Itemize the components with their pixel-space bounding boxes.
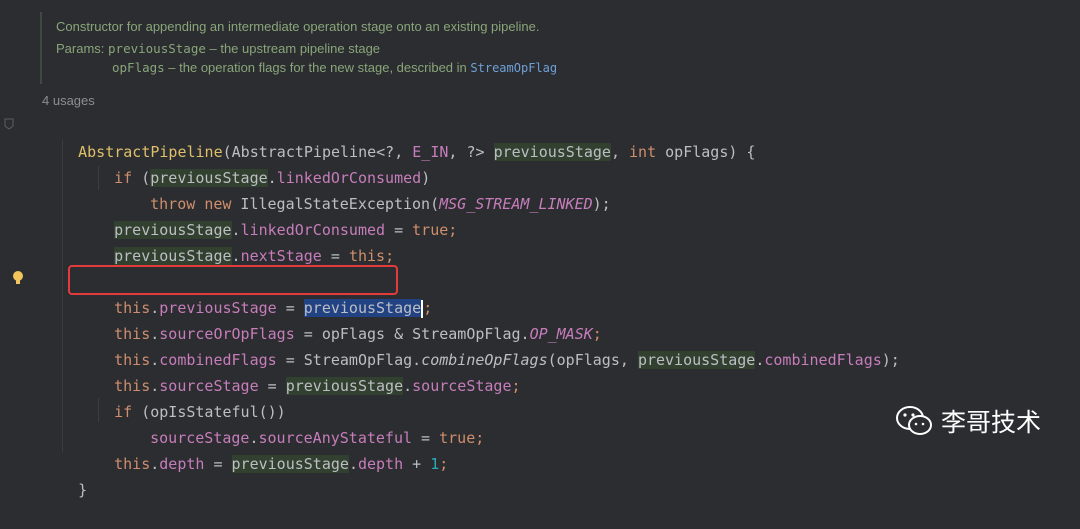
field-ref: nextStage <box>240 247 322 265</box>
field-ref: depth <box>357 455 404 473</box>
previousStage-ref: previousStage <box>637 351 756 369</box>
doc-description: Constructor for appending an intermediat… <box>56 19 540 34</box>
indent-guide <box>62 140 63 452</box>
code-line-8: this.combinedFlags = StreamOpFlag.combin… <box>78 321 900 369</box>
doc-param-previousStage: Params: previousStage – the upstream pip… <box>56 41 380 56</box>
doc-param2-desc: – the operation flags for the new stage,… <box>164 60 471 75</box>
code-token: ; <box>385 247 395 265</box>
code-line-10: if (opIsStateful()) <box>78 373 286 421</box>
keyword: int <box>629 143 657 161</box>
field-ref: sourceStage <box>412 377 512 395</box>
javadoc-block: Constructor for appending an intermediat… <box>40 12 602 84</box>
code-token: ); <box>592 195 611 213</box>
watermark-text: 李哥技术 <box>941 408 1042 437</box>
number-literal: 1 <box>430 455 440 473</box>
code-token: ; <box>439 455 449 473</box>
code-token: , <box>610 143 630 161</box>
doc-param1-desc: – the upstream pipeline stage <box>205 41 381 56</box>
code-line-13: } <box>42 451 87 499</box>
code-token: . <box>403 377 413 395</box>
code-line-5: previousStage.nextStage = this; <box>78 217 394 265</box>
code-token: opFlags) { <box>656 143 756 161</box>
code-token: . <box>231 247 241 265</box>
code-line-11: sourceStage.sourceAnyStateful = true; <box>114 399 484 447</box>
code-line-1: AbstractPipeline(AbstractPipeline<?, E_I… <box>42 113 755 161</box>
code-token: = <box>204 455 232 473</box>
code-token: . <box>348 455 358 473</box>
constant-ref: MSG_STREAM_LINKED <box>439 195 593 213</box>
code-token: . <box>150 455 160 473</box>
field-ref: combinedFlags <box>764 351 882 369</box>
doc-param-opFlags: opFlags – the operation flags for the ne… <box>112 60 557 75</box>
keyword: this <box>114 455 151 473</box>
code-token: + <box>403 455 431 473</box>
previousStage-ref: previousStage <box>231 455 349 473</box>
code-line-3: throw new IllegalStateException(MSG_STRE… <box>114 165 611 213</box>
code-token: ; <box>475 429 485 447</box>
code-token: , ?> <box>448 143 494 161</box>
keyword: this <box>348 247 386 265</box>
code-token: ); <box>881 351 900 369</box>
doc-link-streamopflag[interactable]: StreamOpFlag <box>470 61 557 75</box>
usages-hint[interactable]: 4 usages <box>42 93 95 108</box>
highlight-annotation-box <box>68 265 398 295</box>
keyword: true <box>412 221 449 239</box>
doc-param1-name: previousStage <box>108 41 206 56</box>
doc-param2-name: opFlags <box>112 60 165 75</box>
code-line-2: if (previousStage.linkedOrConsumed) <box>78 139 430 187</box>
code-line-4: previousStage.linkedOrConsumed = true; <box>78 191 457 239</box>
closing-brace: } <box>78 481 88 499</box>
fold-icon[interactable] <box>4 118 14 130</box>
code-token: ; <box>511 377 521 395</box>
code-token: ; <box>448 221 458 239</box>
previousStage-ref: previousStage <box>285 377 404 395</box>
param-previousStage: previousStage <box>493 143 611 161</box>
code-token: = <box>321 247 349 265</box>
code-line-7: this.sourceOrOpFlags = opFlags & StreamO… <box>78 295 602 343</box>
wechat-icon <box>896 406 932 435</box>
previousStage-ref: previousStage <box>114 247 232 265</box>
watermark: 李哥技术 <box>895 403 1041 439</box>
code-line-12: this.depth = previousStage.depth + 1; <box>78 425 448 473</box>
field-ref: depth <box>159 455 205 473</box>
editor-gutter <box>0 0 28 473</box>
code-token: (opFlags, <box>547 351 638 369</box>
doc-params-key: Params: <box>56 41 105 56</box>
code-line-9: this.sourceStage = previousStage.sourceS… <box>78 347 521 395</box>
lightbulb-icon[interactable] <box>12 270 24 286</box>
